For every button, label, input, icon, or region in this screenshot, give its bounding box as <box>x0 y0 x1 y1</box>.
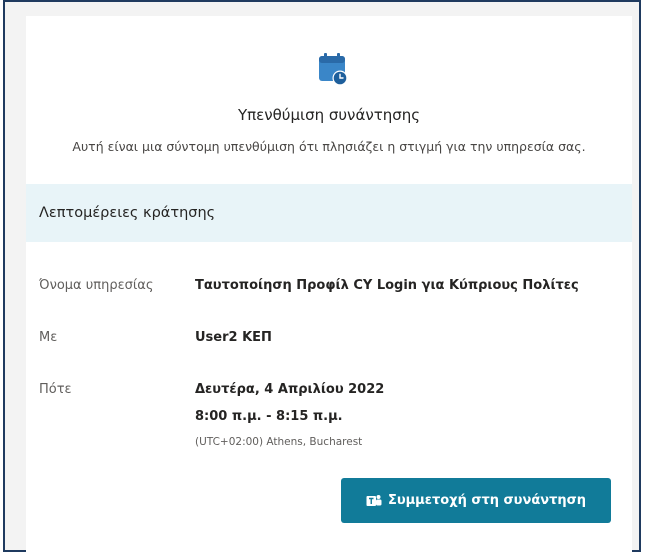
when-date: Δευτέρα, 4 Απριλίου 2022 <box>195 382 385 397</box>
booking-details-title: Λεπτομέρειες κράτησης <box>39 205 216 221</box>
when-label: Πότε <box>39 382 72 397</box>
with-label: Με <box>39 330 58 345</box>
booking-details-header: Λεπτομέρειες κράτησης <box>26 184 632 242</box>
timezone-text: (UTC+02:00) Athens, Bucharest <box>195 436 363 448</box>
reminder-subtitle: Αυτή είναι μια σύντομη υπενθύμιση ότι πλ… <box>72 139 586 154</box>
service-name-label: Όνομα υπηρεσίας <box>39 278 154 293</box>
with-value: User2 ΚΕΠ <box>195 330 272 345</box>
when-time: 8:00 π.μ. - 8:15 π.μ. <box>195 409 343 424</box>
reminder-title: Υπενθύμιση συνάντησης <box>237 106 421 124</box>
reminder-card: Υπενθύμιση συνάντησης Αυτή είναι μια σύν… <box>26 16 632 554</box>
join-meeting-label: Συμμετοχή στη συνάντηση <box>387 493 587 508</box>
service-name-value: Ταυτοποίηση Προφίλ CY Login για Κύπριους… <box>195 278 579 293</box>
calendar-clock-icon <box>319 53 348 86</box>
window-frame: Υπενθύμιση συνάντησης Αυτή είναι μια σύν… <box>3 0 641 554</box>
join-meeting-button[interactable]: Συμμετοχή στη συνάντηση <box>341 478 611 523</box>
teams-icon <box>366 494 382 506</box>
